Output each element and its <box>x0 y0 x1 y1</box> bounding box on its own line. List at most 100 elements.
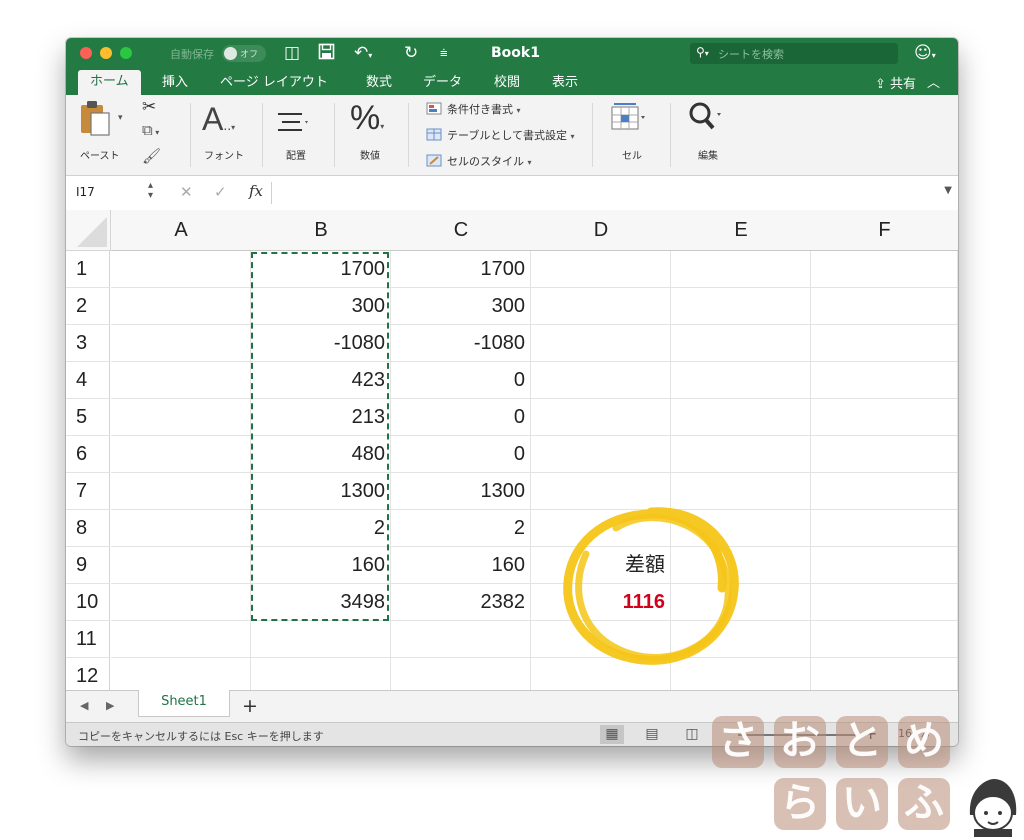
normal-view-button[interactable]: ▦ <box>600 725 624 744</box>
cell-c6[interactable]: 0 <box>391 436 531 473</box>
sheet-tab-sheet1[interactable]: Sheet1 <box>138 690 230 717</box>
tab-formulas[interactable]: 数式 <box>366 73 392 92</box>
confirm-formula-icon[interactable]: ✓ <box>214 183 227 201</box>
cell-f7[interactable] <box>811 473 958 510</box>
cell-d5[interactable] <box>531 399 671 436</box>
autosave-toggle[interactable]: オフ <box>222 45 266 62</box>
row-header[interactable]: 2 <box>66 288 110 325</box>
cell-e4[interactable] <box>671 362 811 399</box>
expand-formula-bar-icon[interactable]: ▼ <box>944 185 952 196</box>
cell-c8[interactable]: 2 <box>391 510 531 547</box>
add-sheet-button[interactable]: + <box>242 695 258 717</box>
share-button[interactable]: ⇪ 共有 <box>875 73 916 92</box>
zoom-slider[interactable] <box>738 734 866 736</box>
alignment-icon[interactable] <box>276 107 310 142</box>
cell-a9[interactable] <box>111 547 251 584</box>
cell-c2[interactable]: 300 <box>391 288 531 325</box>
cell-e6[interactable] <box>671 436 811 473</box>
search-input[interactable] <box>716 45 890 63</box>
cell-c3[interactable]: -1080 <box>391 325 531 362</box>
cell-a1[interactable] <box>111 251 251 288</box>
formula-input[interactable] <box>278 181 932 205</box>
cell-a4[interactable] <box>111 362 251 399</box>
collapse-ribbon-icon[interactable]: ︿ <box>927 72 940 91</box>
select-all-button[interactable] <box>66 210 111 251</box>
cell-f8[interactable] <box>811 510 958 547</box>
page-break-view-button[interactable]: ◫ <box>680 725 704 744</box>
cell-e3[interactable] <box>671 325 811 362</box>
page-layout-view-button[interactable]: ▤ <box>640 725 664 744</box>
column-header-c[interactable]: C <box>391 210 532 251</box>
row-header[interactable]: 3 <box>66 325 110 362</box>
cell-c10[interactable]: 2382 <box>391 584 531 621</box>
customize-toolbar-icon[interactable]: ⩧ <box>440 46 448 61</box>
cell-c1[interactable]: 1700 <box>391 251 531 288</box>
cell-f2[interactable] <box>811 288 958 325</box>
row-header[interactable]: 11 <box>66 621 110 658</box>
cell-d1[interactable] <box>531 251 671 288</box>
paste-icon[interactable] <box>78 99 112 145</box>
conditional-format-button[interactable]: 条件付き書式 ▾ <box>426 101 521 117</box>
cell-a3[interactable] <box>111 325 251 362</box>
name-box[interactable]: I17 <box>76 185 95 199</box>
cancel-formula-icon[interactable]: ✕ <box>180 183 193 201</box>
column-header-e[interactable]: E <box>671 210 812 251</box>
cell-b11[interactable] <box>251 621 391 658</box>
cell-f3[interactable] <box>811 325 958 362</box>
undo-icon[interactable]: ↶▾ <box>354 43 372 63</box>
copy-icon[interactable]: ⧉ ▾ <box>142 121 159 139</box>
cell-a7[interactable] <box>111 473 251 510</box>
next-sheet-icon[interactable]: ▶ <box>106 699 114 712</box>
tab-page-layout[interactable]: ページ レイアウト <box>220 73 328 92</box>
cell-f10[interactable] <box>811 584 958 621</box>
sidebar-icon[interactable]: ◫ <box>284 43 300 63</box>
cell-c5[interactable]: 0 <box>391 399 531 436</box>
zoom-level[interactable]: 161% <box>898 727 929 740</box>
cell-c9[interactable]: 160 <box>391 547 531 584</box>
row-header[interactable]: 7 <box>66 473 110 510</box>
row-header[interactable]: 4 <box>66 362 110 399</box>
cell-c11[interactable] <box>391 621 531 658</box>
cell-a10[interactable] <box>111 584 251 621</box>
cell-e5[interactable] <box>671 399 811 436</box>
column-header-d[interactable]: D <box>531 210 672 251</box>
cell-a6[interactable] <box>111 436 251 473</box>
name-box-stepper-icon[interactable]: ▴ ▾ <box>148 181 153 201</box>
cell-f4[interactable] <box>811 362 958 399</box>
insert-function-button[interactable]: fx <box>249 182 263 200</box>
row-header[interactable]: 10 <box>66 584 110 621</box>
feedback-smiley-icon[interactable]: ☺▾ <box>914 43 936 63</box>
column-header-b[interactable]: B <box>251 210 392 251</box>
column-header-a[interactable]: A <box>111 210 252 251</box>
zoom-window-button[interactable] <box>120 47 132 59</box>
tab-data[interactable]: データ <box>423 73 462 92</box>
cell-a8[interactable] <box>111 510 251 547</box>
cell-e2[interactable] <box>671 288 811 325</box>
paste-dropdown-icon[interactable]: ▾ <box>118 113 123 123</box>
close-window-button[interactable] <box>80 47 92 59</box>
percent-icon[interactable]: %▾ <box>350 99 384 138</box>
cell-c4[interactable]: 0 <box>391 362 531 399</box>
cell-f1[interactable] <box>811 251 958 288</box>
cell-f9[interactable] <box>811 547 958 584</box>
tab-insert[interactable]: 挿入 <box>162 73 188 92</box>
format-as-table-button[interactable]: テーブルとして書式設定 ▾ <box>426 127 575 143</box>
column-header-f[interactable]: F <box>811 210 958 251</box>
row-header[interactable]: 5 <box>66 399 110 436</box>
row-header[interactable]: 9 <box>66 547 110 584</box>
font-icon[interactable]: A..▾ <box>202 101 235 138</box>
cut-icon[interactable]: ✂ <box>142 97 156 117</box>
tab-home[interactable]: ホーム <box>78 70 141 95</box>
tab-review[interactable]: 校閲 <box>494 73 520 92</box>
zoom-in-button[interactable]: + <box>864 724 877 743</box>
cell-styles-button[interactable]: セルのスタイル ▾ <box>426 153 532 169</box>
save-icon[interactable] <box>318 43 335 65</box>
format-painter-icon[interactable]: 🖌 <box>142 147 161 165</box>
row-header[interactable]: 8 <box>66 510 110 547</box>
cell-f5[interactable] <box>811 399 958 436</box>
cell-c7[interactable]: 1300 <box>391 473 531 510</box>
cell-f11[interactable] <box>811 621 958 658</box>
cell-d3[interactable] <box>531 325 671 362</box>
minimize-window-button[interactable] <box>100 47 112 59</box>
row-header[interactable]: 6 <box>66 436 110 473</box>
